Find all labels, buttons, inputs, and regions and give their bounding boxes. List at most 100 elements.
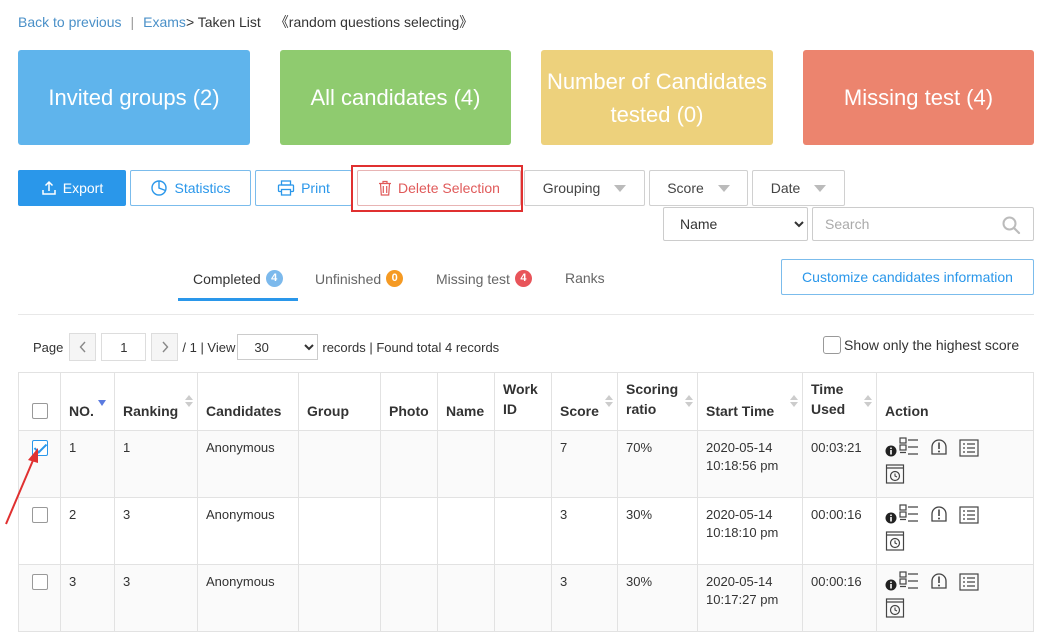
- table-body: 1 1 Anonymous 7 70% 2020-05-14 10:18:56 p…: [18, 430, 1034, 632]
- next-page-button[interactable]: [151, 333, 179, 361]
- header-group: Group: [298, 372, 381, 431]
- info-icon[interactable]: [885, 578, 897, 596]
- list-icon[interactable]: [959, 573, 979, 596]
- cell-name: [437, 430, 495, 498]
- header-ranking[interactable]: Ranking: [114, 372, 198, 431]
- start-date: 2020-05-14: [706, 507, 773, 522]
- header-photo: Photo: [380, 372, 438, 431]
- header-time-used[interactable]: Time Used: [802, 372, 877, 431]
- answer-sheet-icon[interactable]: [899, 571, 919, 596]
- alert-icon[interactable]: [929, 437, 949, 462]
- breadcrumb-separator: |: [130, 14, 135, 30]
- date-dropdown[interactable]: Date: [752, 170, 845, 206]
- start-date: 2020-05-14: [706, 574, 773, 589]
- cell-group: [298, 497, 381, 565]
- record-icon[interactable]: [885, 598, 905, 623]
- cell-no: 2: [60, 497, 115, 565]
- cell-start-time: 2020-05-14 10:17:27 pm: [697, 564, 803, 632]
- sort-desc-icon: [98, 400, 106, 406]
- show-highest-score-checkbox[interactable]: [823, 336, 841, 354]
- header-start-time[interactable]: Start Time: [697, 372, 803, 431]
- header-group-label: Group: [307, 403, 349, 419]
- show-highest-score-label: Show only the highest score: [844, 337, 1020, 353]
- cell-time-used: 00:00:16: [802, 564, 877, 632]
- completed-count-badge: 4: [265, 270, 283, 287]
- row-actions: [885, 571, 995, 623]
- show-highest-score-toggle[interactable]: Show only the highest score: [823, 336, 1019, 354]
- breadcrumb: Back to previous | Exams> Taken List 《rando…: [18, 12, 473, 32]
- list-icon[interactable]: [959, 506, 979, 529]
- print-button[interactable]: Print: [255, 170, 352, 206]
- delete-selection-button[interactable]: Delete Selection: [357, 170, 521, 206]
- table-row: 1 1 Anonymous 7 70% 2020-05-14 10:18:56 p…: [18, 430, 1034, 498]
- alert-icon[interactable]: [929, 571, 949, 596]
- page-number-input[interactable]: [101, 333, 147, 361]
- all-candidates-card[interactable]: All candidates (4): [280, 50, 511, 145]
- row-actions: [885, 437, 995, 489]
- records-per-page-select[interactable]: 30: [237, 334, 319, 360]
- row-checkbox[interactable]: [31, 507, 48, 523]
- header-time-used-label: Time Used: [811, 381, 846, 417]
- alert-icon[interactable]: [929, 504, 949, 529]
- cell-actions: [876, 497, 1034, 565]
- prev-page-button[interactable]: [69, 333, 97, 361]
- header-name-label: Name: [446, 403, 485, 419]
- cell-ranking: 1: [114, 430, 198, 498]
- search-icon[interactable]: [1001, 215, 1021, 235]
- record-icon[interactable]: [885, 464, 905, 489]
- invited-groups-card[interactable]: Invited groups (2): [18, 50, 250, 145]
- header-candidates: Candidates: [197, 372, 299, 431]
- row-select-cell: [18, 564, 61, 632]
- back-link[interactable]: Back to previous: [18, 14, 122, 30]
- select-all-header: [18, 372, 61, 431]
- cell-no: 3: [60, 564, 115, 632]
- cell-ranking: 3: [114, 497, 198, 565]
- page-label: Page: [33, 339, 64, 355]
- list-icon[interactable]: [959, 439, 979, 462]
- tab-completed[interactable]: Completed 4: [193, 270, 283, 287]
- header-ranking-label: Ranking: [123, 403, 179, 419]
- statistics-button[interactable]: Statistics: [130, 170, 251, 206]
- export-button[interactable]: Export: [18, 170, 126, 206]
- cell-no: 1: [60, 430, 115, 498]
- search-input[interactable]: [813, 208, 993, 240]
- header-no[interactable]: NO.: [60, 372, 115, 431]
- cell-score: 7: [551, 430, 618, 498]
- caret-down-icon: [814, 184, 827, 192]
- statistics-label: Statistics: [174, 180, 231, 196]
- record-icon[interactable]: [885, 531, 905, 556]
- score-dropdown[interactable]: Score: [649, 170, 748, 206]
- tab-unfinished[interactable]: Unfinished 0: [315, 270, 404, 287]
- header-candidates-label: Candidates: [206, 403, 282, 419]
- header-work-id-label: Work ID: [503, 381, 538, 417]
- printer-icon: [277, 180, 295, 196]
- customize-candidates-button[interactable]: Customize candidates information: [781, 259, 1034, 295]
- cell-time-used: 00:00:16: [802, 497, 877, 565]
- start-clock: 10:17:27 pm: [706, 592, 779, 607]
- answer-sheet-icon[interactable]: [899, 504, 919, 529]
- answer-sheet-icon[interactable]: [899, 437, 919, 462]
- search-box: [812, 207, 1034, 241]
- missing-test-card[interactable]: Missing test (4): [803, 50, 1034, 145]
- row-checkbox[interactable]: [31, 440, 48, 456]
- header-score[interactable]: Score: [551, 372, 618, 431]
- info-icon[interactable]: [885, 444, 897, 462]
- select-all-checkbox[interactable]: [31, 403, 48, 419]
- info-icon[interactable]: [885, 511, 897, 529]
- candidates-tested-card[interactable]: Number of Candidates tested (0): [541, 50, 773, 145]
- exams-link[interactable]: Exams: [143, 14, 186, 30]
- header-scoring-ratio-label: Scoring ratio: [626, 381, 679, 417]
- score-label: Score: [667, 180, 704, 196]
- active-tab-indicator: [178, 298, 298, 301]
- table-row: 2 3 Anonymous 3 30% 2020-05-14 10:18:10 p…: [18, 497, 1034, 565]
- search-field-select[interactable]: Name: [663, 207, 808, 241]
- trash-icon: [379, 180, 392, 196]
- row-checkbox[interactable]: [31, 574, 48, 590]
- tab-missing-test[interactable]: Missing test 4: [436, 270, 532, 287]
- header-scoring-ratio[interactable]: Scoring ratio: [617, 372, 698, 431]
- grouping-dropdown[interactable]: Grouping: [524, 170, 645, 206]
- cell-ranking: 3: [114, 564, 198, 632]
- cell-actions: [876, 564, 1034, 632]
- tab-ranks[interactable]: Ranks: [565, 270, 605, 286]
- grouping-label: Grouping: [542, 180, 601, 196]
